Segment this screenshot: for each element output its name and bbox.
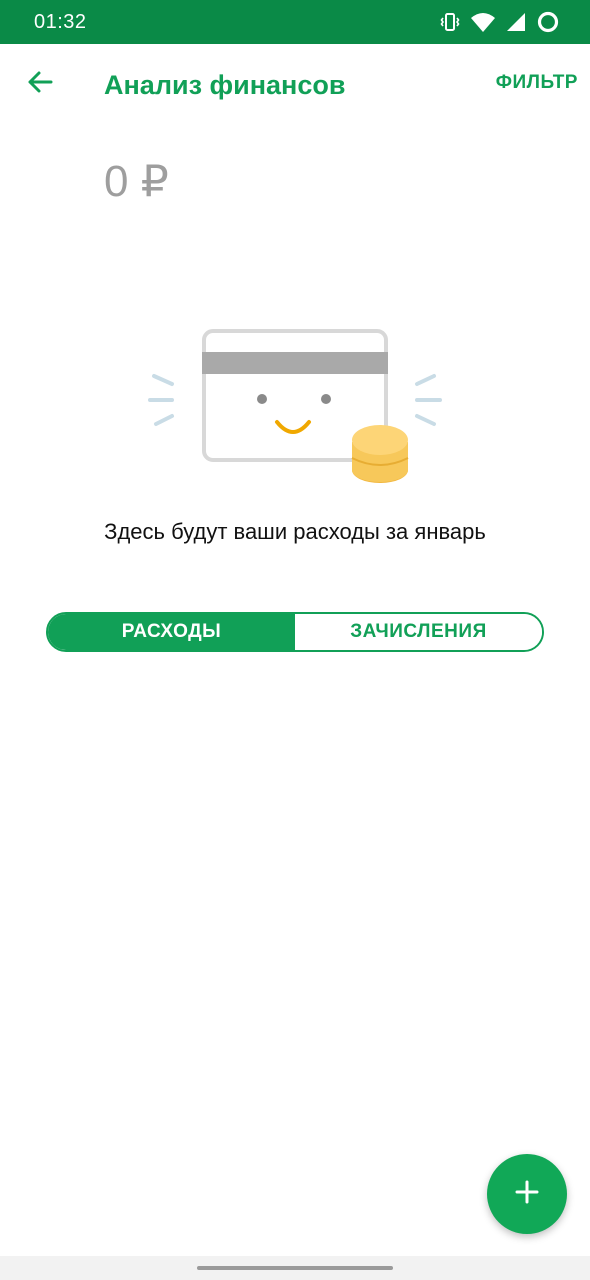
transactions-type-toggle: РАСХОДЫ ЗАЧИСЛЕНИЯ — [46, 612, 544, 652]
app-bar: Анализ финансов ФИЛЬТР — [0, 44, 590, 128]
signal-icon — [506, 11, 526, 33]
status-icons — [440, 10, 560, 34]
add-button[interactable] — [487, 1154, 567, 1234]
empty-state-illustration — [140, 320, 450, 500]
home-indicator[interactable] — [197, 1266, 393, 1270]
page-title: Анализ финансов — [104, 70, 346, 100]
arrow-back-icon — [26, 70, 54, 99]
sparkle-lines-right — [415, 374, 442, 426]
status-time: 01:32 — [34, 11, 87, 33]
filter-button[interactable]: ФИЛЬТР — [496, 72, 578, 94]
sync-circle-icon — [536, 10, 560, 34]
vibrate-icon — [440, 11, 460, 33]
status-bar: 01:32 — [0, 0, 590, 44]
plus-icon — [514, 1179, 540, 1210]
empty-state-message: Здесь будут ваши расходы за январь — [104, 519, 486, 544]
wifi-icon — [470, 11, 496, 33]
tab-expenses[interactable]: РАСХОДЫ — [48, 614, 295, 650]
coins-icon — [351, 425, 409, 483]
system-nav-bar — [0, 1256, 590, 1280]
sparkle-lines-left — [148, 374, 174, 426]
tab-income[interactable]: ЗАЧИСЛЕНИЯ — [295, 614, 542, 650]
back-button[interactable] — [20, 64, 60, 104]
total-amount: 0 ₽ — [104, 157, 169, 206]
